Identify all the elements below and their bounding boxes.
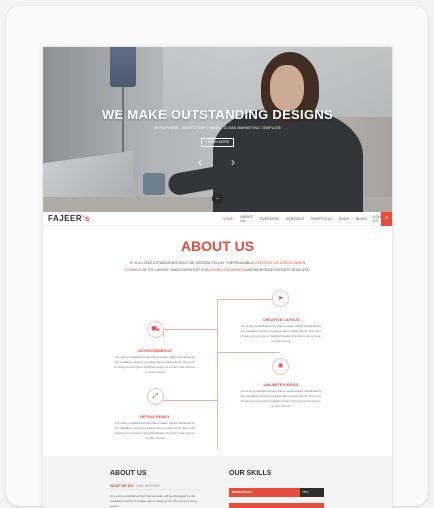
main-navbar: FAJEERʼs HOME ABOUT US OVERVIEW SERVICES… bbox=[43, 212, 392, 226]
slider-next-icon[interactable]: › bbox=[231, 155, 235, 169]
intro-text-2: AT ITS LAYOUT. MANY DESKTOP bbox=[141, 268, 201, 272]
expand-icon: ⤢ bbox=[147, 388, 164, 405]
feature-title: WOOCOMMERCE bbox=[138, 348, 172, 353]
intro-text-1: IT IS A LONG ESTABLISHED FACT BE DISTRAC… bbox=[129, 261, 255, 265]
timeline-branch bbox=[163, 400, 217, 401]
lightbulb-icon: ✺ bbox=[272, 358, 289, 375]
timeline-branch bbox=[217, 299, 280, 300]
about-intro: IT IS A LONG ESTABLISHED FACT BE DISTRAC… bbox=[123, 260, 312, 274]
slider-prev-icon[interactable]: ‹ bbox=[198, 155, 202, 169]
tab-what-we-do[interactable]: WHAT WE DO bbox=[110, 484, 133, 488]
bottom-about-title: ABOUT US bbox=[110, 470, 147, 477]
share-icon[interactable]: < bbox=[381, 212, 392, 226]
skills-title: OUR SKILLS bbox=[229, 470, 272, 477]
nav-item-home[interactable]: HOME bbox=[219, 217, 237, 221]
feature-title: CREATIVE LAYOUT bbox=[262, 317, 300, 322]
timeline-center-line bbox=[217, 299, 218, 449]
about-skills-section bbox=[43, 456, 392, 508]
nav-item-about[interactable]: ABOUT US bbox=[237, 215, 256, 223]
hero-headline: WE MAKE OUTSTANDING DESIGNS bbox=[101, 107, 334, 122]
feature-desc: It is a long established fact that a rea… bbox=[114, 355, 196, 374]
skill-bar: WORDPRESS 75% bbox=[229, 488, 324, 497]
about-title: ABOUT US bbox=[180, 238, 255, 254]
skill-bar-next bbox=[229, 503, 324, 508]
feature-title: UNLIMITED IDEAS bbox=[263, 382, 299, 387]
feature-desc: It is a long established fact that a rea… bbox=[114, 421, 196, 440]
website-preview: WE MAKE OUTSTANDING DESIGNS WORDPRESS - … bbox=[43, 47, 392, 508]
timeline-branch bbox=[217, 352, 280, 353]
feature-title: RETINA READY bbox=[140, 414, 170, 419]
scroll-down-icon[interactable]: ⌄ bbox=[212, 193, 223, 204]
skill-percent: 75% bbox=[302, 490, 309, 494]
logo-text: FAJEER bbox=[48, 214, 83, 223]
hero-slider: WE MAKE OUTSTANDING DESIGNS WORDPRESS - … bbox=[43, 47, 392, 212]
skill-label: WORDPRESS bbox=[232, 490, 252, 494]
nav-item-services[interactable]: SERVICES bbox=[282, 217, 307, 221]
logo[interactable]: FAJEERʼs bbox=[48, 214, 90, 223]
about-tab-text: It is a long established fact that a rea… bbox=[110, 494, 197, 508]
timeline-branch bbox=[163, 329, 217, 330]
tab-our-history[interactable]: OUR HISTORY bbox=[136, 484, 160, 488]
paper-plane-icon: ➤ bbox=[272, 290, 289, 307]
logo-mark: ʼs bbox=[82, 214, 90, 223]
nav-item-shop[interactable]: SHOP bbox=[335, 217, 352, 221]
feature-desc: It is a long established fact that a rea… bbox=[240, 324, 322, 343]
nav-item-blog[interactable]: BLOG bbox=[352, 217, 369, 221]
tabs-divider bbox=[110, 489, 200, 490]
nav-menu: HOME ABOUT US OVERVIEW SERVICES PORTFOLI… bbox=[219, 212, 392, 226]
shopping-cart-icon: ⛟ bbox=[147, 321, 164, 338]
feature-desc: It is a long established fact that a rea… bbox=[240, 389, 322, 408]
about-tabs: WHAT WE DO OUR HISTORY bbox=[110, 484, 160, 488]
learn-more-button[interactable]: LEARN MORE bbox=[201, 138, 234, 147]
intro-highlight-2: PUBLISHING PACKAGES bbox=[200, 268, 245, 272]
intro-text-3: AND WEB PAGE EDITORS NOW USE. bbox=[244, 268, 311, 272]
nav-item-overview[interactable]: OVERVIEW bbox=[256, 217, 282, 221]
nav-item-portfolio[interactable]: PORTFOLIO bbox=[308, 217, 336, 221]
hero-subline: WORDPRESS - BOOTSTRAP THEME - CLEAN MARK… bbox=[153, 126, 282, 130]
